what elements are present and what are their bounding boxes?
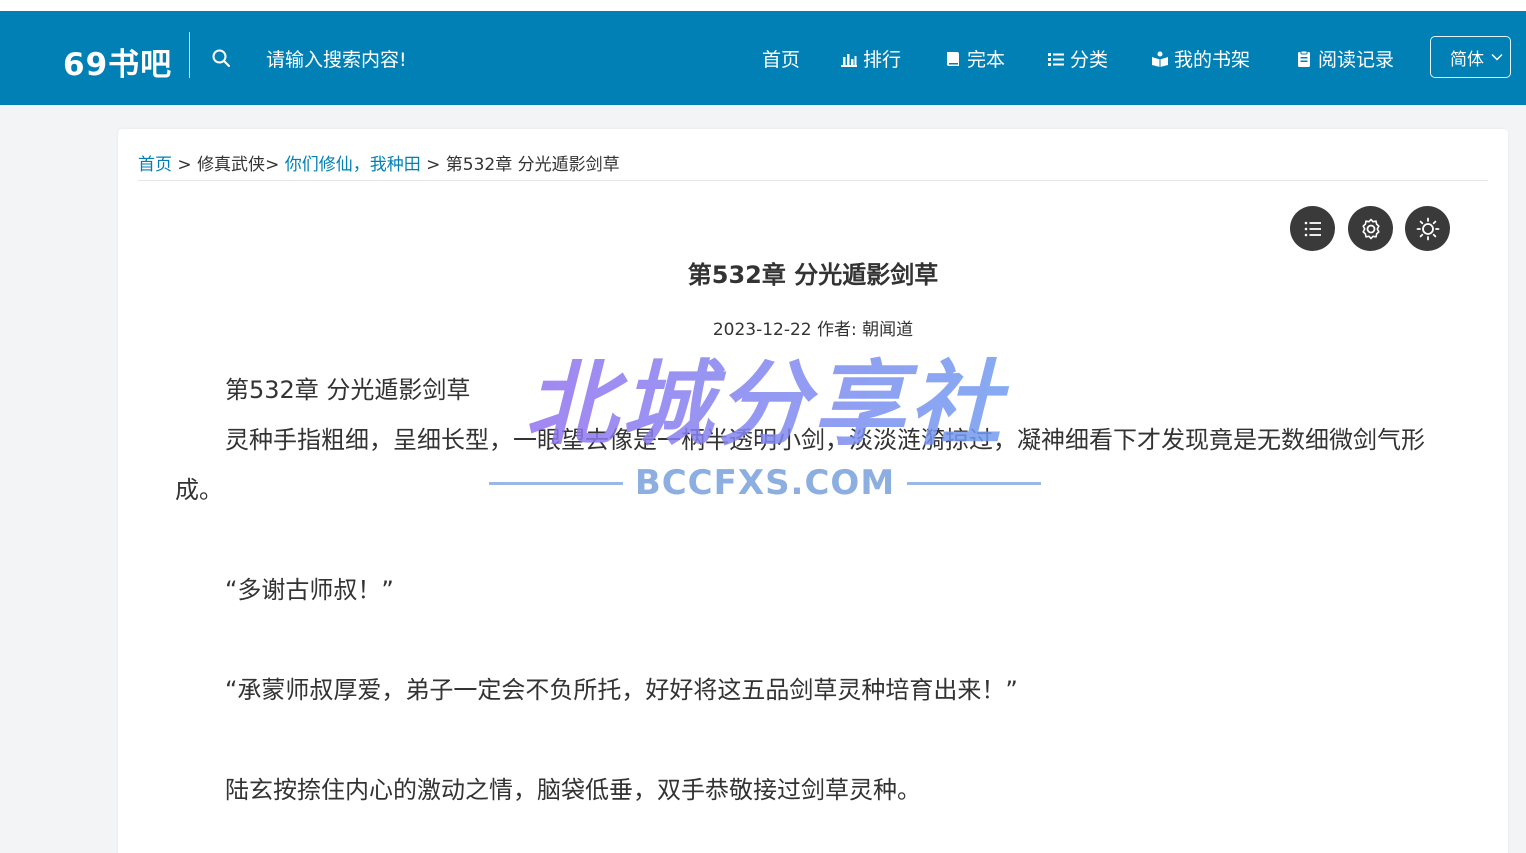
top-navbar: 69书吧 请输入搜索内容! 首页 排行 完本 分类 我的书架 阅读记录 简体 — [0, 11, 1526, 105]
search-icon[interactable] — [211, 48, 231, 68]
list-icon — [1304, 221, 1321, 236]
breadcrumb-book[interactable]: 你们修仙，我种田 — [285, 155, 421, 175]
breadcrumb-category: 修真武侠 — [197, 155, 266, 175]
breadcrumb-divider — [138, 180, 1488, 181]
chevron-down-icon — [1491, 53, 1503, 61]
breadcrumb-separator: > — [265, 155, 285, 175]
nav-home[interactable]: 首页 — [762, 45, 800, 72]
content-blank-line — [175, 715, 1465, 765]
site-logo[interactable]: 69书吧 — [63, 39, 172, 84]
history-icon — [1298, 50, 1310, 67]
nav-bookshelf[interactable]: 我的书架 — [1151, 45, 1250, 72]
list-icon — [1048, 52, 1064, 66]
breadcrumb-separator: > — [420, 155, 446, 175]
content-paragraph: 陆玄按捺住内心的激动之情，脑袋低垂，双手恭敬接过剑草灵种。 — [225, 776, 921, 804]
breadcrumb-home[interactable]: 首页 — [138, 155, 172, 175]
nav-completed[interactable]: 完本 — [944, 45, 1005, 72]
nav-categories-label: 分类 — [1070, 49, 1109, 71]
theme-toggle-button[interactable] — [1405, 206, 1450, 251]
chapter-list-button[interactable] — [1290, 206, 1335, 251]
language-value: 简体 — [1450, 49, 1484, 70]
book-icon — [947, 51, 959, 66]
nav-completed-label: 完本 — [967, 49, 1006, 71]
content-paragraph: 灵种手指粗细，呈细长型，一眼望去像是一柄半透明小剑，淡淡涟漪掠过，凝神细看下才发… — [175, 426, 1425, 504]
content-blank-line — [175, 615, 1465, 665]
gear-icon — [1361, 218, 1380, 239]
content-paragraph: “多谢古师叔！” — [225, 576, 394, 604]
settings-button[interactable] — [1348, 206, 1393, 251]
nav-ranking-label: 排行 — [863, 49, 902, 71]
nav-home-label: 首页 — [762, 49, 801, 71]
nav-history-label: 阅读记录 — [1318, 49, 1395, 71]
content-blank-line — [175, 515, 1465, 565]
content-paragraph: 第532章 分光遁影剑草 — [225, 376, 471, 404]
nav-bookshelf-label: 我的书架 — [1174, 49, 1251, 71]
sun-icon — [1416, 217, 1439, 240]
chapter-card: 首页 > 修真武侠> 你们修仙，我种田 > 第532章 分光遁影剑草 第532章… — [118, 129, 1508, 853]
breadcrumb-chapter: 第532章 分光遁影剑草 — [445, 155, 620, 175]
bookshelf-icon — [1152, 51, 1168, 67]
search-input[interactable]: 请输入搜索内容! — [266, 45, 407, 72]
nav-divider — [189, 32, 190, 78]
nav-ranking[interactable]: 排行 — [840, 45, 901, 72]
chapter-title: 第532章 分光遁影剑草 — [687, 261, 939, 289]
breadcrumb-separator: > — [172, 155, 198, 175]
content-paragraph: “承蒙师叔厚爱，弟子一定会不负所托，好好将这五品剑草灵种培育出来！” — [225, 676, 1018, 704]
chapter-content: 第532章 分光遁影剑草 灵种手指粗细，呈细长型，一眼望去像是一柄半透明小剑，淡… — [175, 365, 1465, 815]
chapter-meta: 2023-12-22 作者: 朝闻道 — [712, 320, 914, 340]
bar-chart-icon — [841, 53, 857, 67]
language-select[interactable]: 简体 — [1430, 36, 1511, 78]
nav-history[interactable]: 阅读记录 — [1295, 45, 1394, 72]
nav-categories[interactable]: 分类 — [1047, 45, 1108, 72]
top-strip — [0, 0, 1526, 11]
breadcrumb: 首页 > 修真武侠> 你们修仙，我种田 > 第532章 分光遁影剑草 — [138, 150, 620, 175]
